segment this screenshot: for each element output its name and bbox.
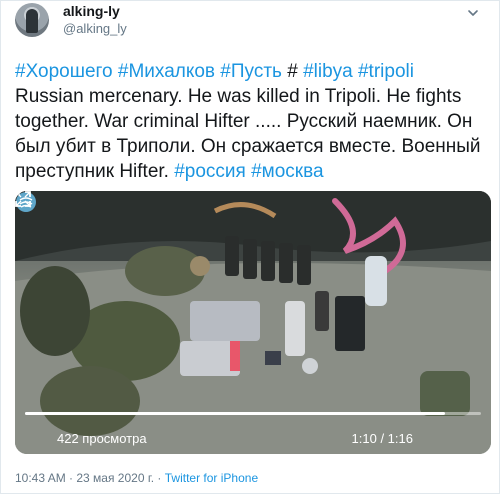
video-progress-bar[interactable] (25, 412, 481, 415)
hashtags-group-2[interactable]: #libya #tripoli (303, 61, 414, 82)
tweet-line-3: together. War criminal Hifter ..... Русс… (15, 111, 473, 132)
tweet-line-5: преступник Hifter. #россия #москва (15, 159, 493, 184)
tweet-body-end: преступник Hifter. (15, 161, 169, 182)
caret-down-icon[interactable] (467, 7, 479, 19)
hash-separator: # (287, 61, 298, 82)
tweet-text: #Хорошего #Михалков #Пусть # #libya #tri… (15, 59, 493, 184)
tweet-line-2: Russian mercenary. He was killed in Trip… (15, 86, 462, 107)
video-progress-fill (25, 412, 445, 415)
avatar[interactable] (15, 3, 49, 37)
video-player[interactable]: 422 просмотра 1:10 / 1:16 (15, 191, 491, 454)
tweet-line-1: #Хорошего #Михалков #Пусть # #libya #tri… (15, 59, 493, 84)
video-time: 1:10 / 1:16 (351, 431, 413, 446)
view-count: 422 просмотра (57, 431, 147, 446)
tweet-meta: 10:43 AM · 23 мая 2020 г. · Twitter for … (15, 471, 258, 485)
timestamp[interactable]: 10:43 AM · 23 мая 2020 г. · (15, 471, 165, 485)
tweet-line-4: был убит в Триполи. Он сражается вместе.… (15, 136, 481, 157)
hashtags-group-1[interactable]: #Хорошего #Михалков #Пусть (15, 61, 282, 82)
fullscreen-icon[interactable] (15, 191, 31, 207)
hashtags-group-3[interactable]: #россия #москва (174, 161, 323, 182)
tweet-card: alking-ly @alking_ly #Хорошего #Михалков… (0, 0, 500, 494)
source-link[interactable]: Twitter for iPhone (165, 471, 258, 485)
display-name[interactable]: alking-ly (63, 3, 120, 19)
avatar-figure (26, 9, 38, 33)
user-handle[interactable]: @alking_ly (63, 21, 127, 36)
